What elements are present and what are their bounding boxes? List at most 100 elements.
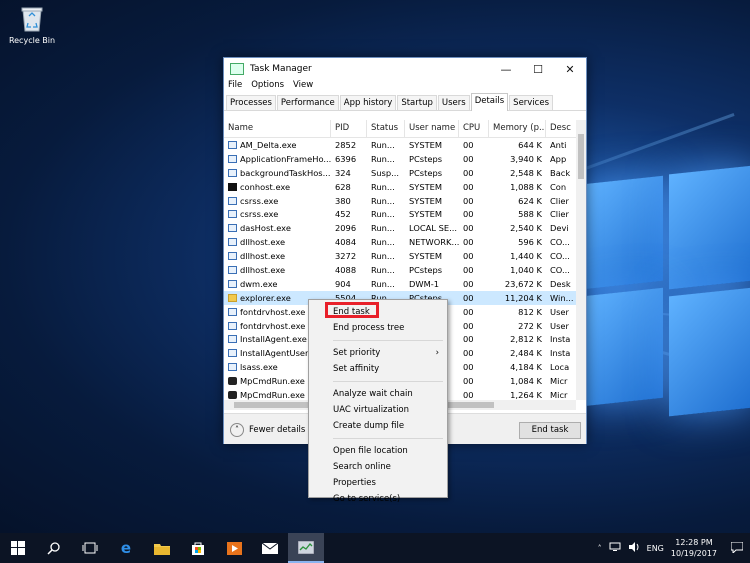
task-manager-taskbar-icon[interactable] (288, 533, 324, 563)
process-name-cell: backgroundTaskHos... (224, 168, 331, 178)
menu-item-open-file-location[interactable]: Open file location (309, 443, 447, 459)
menu-item-set-affinity[interactable]: Set affinity (309, 361, 447, 377)
close-button[interactable]: ✕ (554, 63, 586, 76)
column-pid[interactable]: PID (331, 120, 367, 137)
media-player-icon[interactable] (216, 533, 252, 563)
cell-status: Run... (371, 209, 395, 220)
search-icon[interactable] (36, 533, 72, 563)
volume-icon[interactable] (628, 542, 640, 554)
process-name: MpCmdRun.exe (240, 376, 305, 387)
table-row[interactable]: dllhost.exe 4084 Run... NETWORK... 00 596 K CO… (224, 235, 576, 249)
table-row[interactable]: csrss.exe 452 Run... SYSTEM 00 588 K Clier (224, 207, 576, 221)
tab-app-history[interactable]: App history (339, 95, 397, 110)
recycle-bin-icon (21, 6, 43, 32)
cell-user: SYSTEM (409, 139, 443, 150)
maximize-button[interactable]: ☐ (522, 63, 554, 76)
vertical-scrollbar[interactable] (576, 120, 586, 400)
menu-view[interactable]: View (293, 80, 313, 94)
process-name: lsass.exe (240, 362, 278, 373)
process-name: InstallAgent.exe (240, 334, 307, 345)
table-row[interactable]: backgroundTaskHos... 324 Susp... PCsteps 00 2… (224, 166, 576, 180)
process-name: AM_Delta.exe (240, 139, 297, 150)
cell-desc: Micr (550, 389, 568, 400)
tab-performance[interactable]: Performance (276, 95, 339, 110)
scroll-thumb[interactable] (578, 134, 584, 179)
mail-icon[interactable] (252, 533, 288, 563)
cell-desc: Back (550, 167, 571, 178)
cell-pid: 380 (335, 195, 351, 206)
column-user-name[interactable]: User name (405, 120, 459, 137)
menu-item-search-online[interactable]: Search online (309, 459, 447, 475)
column-description[interactable]: Desc (546, 120, 576, 137)
context-menu: End task End process tree Set priority › … (308, 299, 448, 504)
task-manager-icon (230, 63, 244, 75)
edge-browser-icon[interactable]: e (108, 533, 144, 563)
table-row[interactable]: dasHost.exe 2096 Run... LOCAL SE... 00 2,540 … (224, 221, 576, 235)
cell-pid: 4084 (335, 237, 357, 248)
process-icon (228, 196, 237, 205)
menu-file[interactable]: File (228, 80, 242, 94)
cell-status: Run... (371, 195, 395, 206)
process-name: dllhost.exe (240, 251, 286, 262)
fewer-details-button[interactable]: ˄ Fewer details (230, 423, 305, 437)
cell-pid: 4088 (335, 264, 357, 275)
cell-desc: User (550, 306, 569, 317)
network-icon[interactable] (609, 542, 621, 554)
table-row[interactable]: dllhost.exe 4088 Run... PCsteps 00 1,040 K CO.… (224, 263, 576, 277)
notification-icon[interactable] (730, 541, 744, 555)
cell-cpu: 00 (463, 139, 474, 150)
cell-desc: Clier (550, 209, 569, 220)
process-icon (228, 182, 237, 191)
process-icon (228, 363, 237, 372)
clock-time: 12:28 PM (675, 538, 713, 547)
cell-mem: 1,040 K (510, 264, 542, 275)
cell-mem: 812 K (518, 306, 542, 317)
process-icon (228, 140, 237, 149)
start-button[interactable] (0, 533, 36, 563)
recycle-bin[interactable]: Recycle Bin (6, 6, 58, 45)
table-row[interactable]: dwm.exe 904 Run... DWM-1 00 23,672 K Desk (224, 277, 576, 291)
language-indicator[interactable]: ENG (647, 544, 664, 553)
process-name: dllhost.exe (240, 264, 286, 275)
cell-cpu: 00 (463, 278, 474, 289)
minimize-button[interactable]: — (490, 63, 522, 76)
tab-processes[interactable]: Processes (226, 95, 276, 110)
table-row[interactable]: dllhost.exe 3272 Run... SYSTEM 00 1,440 K CO..… (224, 249, 576, 263)
column-cpu[interactable]: CPU (459, 120, 489, 137)
table-row[interactable]: conhost.exe 628 Run... SYSTEM 00 1,088 K Con (224, 180, 576, 194)
table-row[interactable]: ApplicationFrameHo... 6396 Run... PCsteps 00… (224, 152, 576, 166)
task-view-icon[interactable] (72, 533, 108, 563)
process-name: fontdrvhost.exe (240, 320, 306, 331)
process-name-cell: csrss.exe (224, 209, 331, 219)
tab-users[interactable]: Users (437, 95, 470, 110)
process-icon (228, 349, 237, 358)
table-row[interactable]: csrss.exe 380 Run... SYSTEM 00 624 K Clier (224, 194, 576, 208)
menu-item-analyze-wait-chain[interactable]: Analyze wait chain (309, 386, 447, 402)
menu-item-create-dump-file[interactable]: Create dump file (309, 418, 447, 434)
cell-cpu: 00 (463, 237, 474, 248)
menu-item-properties[interactable]: Properties (309, 475, 447, 491)
menu-item-end-process-tree[interactable]: End process tree (309, 320, 447, 336)
title-bar[interactable]: Task Manager — ☐ ✕ (224, 58, 586, 80)
column-status[interactable]: Status (367, 120, 405, 137)
cell-mem: 4,184 K (510, 362, 542, 373)
menu-item-uac-virtualization[interactable]: UAC virtualization (309, 402, 447, 418)
cell-status: Run... (371, 139, 395, 150)
tab-startup[interactable]: Startup (397, 95, 437, 110)
cell-pid: 628 (335, 181, 351, 192)
end-task-button[interactable]: End task (519, 422, 581, 439)
column-memory[interactable]: Memory (p... (489, 120, 546, 137)
column-name[interactable]: Name (224, 120, 331, 137)
table-row[interactable]: AM_Delta.exe 2852 Run... SYSTEM 00 644 K Anti (224, 138, 576, 152)
store-icon[interactable] (180, 533, 216, 563)
menu-item-set-priority[interactable]: Set priority › (309, 345, 447, 361)
tab-details[interactable]: Details (470, 93, 509, 111)
file-explorer-icon[interactable] (144, 533, 180, 563)
clock[interactable]: 12:28 PM 10/19/2017 (671, 537, 717, 559)
tab-services[interactable]: Services (509, 95, 554, 110)
system-tray: ˄ ENG 12:28 PM 10/19/2017 (598, 533, 750, 563)
cell-status: Run... (371, 223, 395, 234)
chevron-up-icon[interactable]: ˄ (598, 544, 602, 553)
menu-item-go-to-services[interactable]: Go to service(s) (309, 491, 447, 507)
menu-options[interactable]: Options (251, 80, 284, 94)
